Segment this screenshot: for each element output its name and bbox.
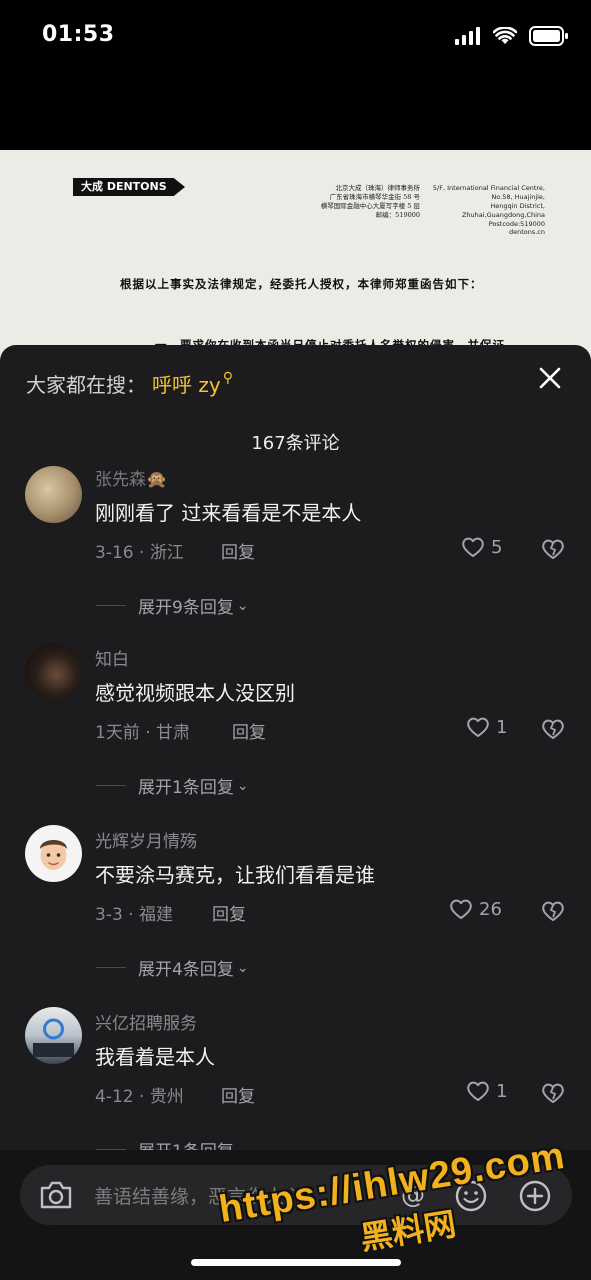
heart-icon bbox=[467, 717, 489, 737]
comment-text[interactable]: 感觉视频跟本人没区别 bbox=[95, 677, 295, 706]
heart-icon bbox=[462, 537, 484, 557]
heart-icon bbox=[450, 899, 472, 919]
chevron-down-icon: ⌄ bbox=[236, 959, 249, 976]
document-en-address: 5/F, International Financial Centre, No.… bbox=[432, 184, 545, 228]
signal-icon bbox=[455, 27, 480, 45]
like-button[interactable]: 5 bbox=[461, 536, 502, 558]
battery-icon bbox=[529, 26, 568, 46]
dentons-logo: 大成 DENTONS bbox=[73, 178, 185, 196]
document-text-line: 根据以上事实及法律规定，经委托人授权，本律师郑重函告如下： bbox=[120, 277, 483, 291]
comment-username[interactable]: 光辉岁月情殇 bbox=[95, 827, 197, 852]
dislike-icon[interactable] bbox=[541, 537, 565, 561]
comment-meta: 1天前 · 甘肃 bbox=[95, 723, 191, 743]
like-button[interactable]: 26 bbox=[449, 898, 502, 920]
reply-button[interactable]: 回复 bbox=[221, 1082, 255, 1107]
avatar[interactable] bbox=[25, 825, 82, 882]
comment-username[interactable]: 兴亿招聘服务 bbox=[95, 1009, 197, 1034]
wifi-icon bbox=[493, 27, 517, 44]
comment-text[interactable]: 不要涂马赛克，让我们看看是谁 bbox=[95, 859, 375, 888]
reply-button[interactable]: 回复 bbox=[232, 718, 266, 743]
status-icons bbox=[455, 26, 569, 46]
avatar[interactable] bbox=[25, 466, 82, 523]
home-indicator[interactable] bbox=[191, 1259, 401, 1266]
status-time: 01:53 bbox=[42, 22, 115, 47]
close-icon[interactable] bbox=[535, 363, 565, 393]
trending-search-term[interactable]: 呼呼 zy bbox=[152, 369, 221, 398]
avatar[interactable] bbox=[25, 643, 82, 700]
comment-text[interactable]: 刚刚看了 过来看看是不是本人 bbox=[95, 497, 361, 526]
document-cn-address: 北京大成（珠海）律师事务所 广东省珠海市横琴华金街 58 号 横琴国际金融中心大… bbox=[320, 184, 420, 219]
search-icon: ⚲ bbox=[222, 369, 233, 386]
chevron-down-icon: ⌄ bbox=[236, 777, 249, 794]
comment-username[interactable]: 张先森🙊 bbox=[95, 465, 167, 490]
comments-count: 167条评论 bbox=[251, 433, 340, 454]
document-website: dentons.cn bbox=[508, 228, 545, 236]
chevron-down-icon: ⌄ bbox=[236, 597, 249, 614]
avatar[interactable] bbox=[25, 1007, 82, 1064]
document-photo: 大成 DENTONS 北京大成（珠海）律师事务所 广东省珠海市横琴华金街 58 … bbox=[0, 150, 591, 360]
comment-meta: 3-3 · 福建 bbox=[95, 905, 173, 925]
like-count: 1 bbox=[496, 716, 508, 738]
trending-search[interactable]: 大家都在搜： 呼呼 zy ⚲ bbox=[26, 369, 233, 398]
dislike-icon[interactable] bbox=[541, 899, 565, 923]
comment-meta: 3-16 · 浙江 bbox=[95, 543, 184, 563]
comment-username[interactable]: 知白 bbox=[95, 645, 129, 670]
reply-button[interactable]: 回复 bbox=[212, 900, 246, 925]
like-count: 1 bbox=[496, 1080, 508, 1102]
expand-replies[interactable]: 展开9条回复 ⌄ bbox=[96, 593, 249, 618]
like-button[interactable]: 1 bbox=[466, 716, 507, 738]
like-count: 26 bbox=[479, 898, 502, 920]
memoji-avatar-icon bbox=[40, 840, 67, 870]
camera-icon[interactable] bbox=[38, 1179, 74, 1211]
dislike-icon[interactable] bbox=[541, 717, 565, 741]
expand-replies[interactable]: 展开1条回复 ⌄ bbox=[96, 773, 249, 798]
like-button[interactable]: 1 bbox=[466, 1080, 507, 1102]
trending-search-label: 大家都在搜： bbox=[26, 373, 146, 397]
expand-replies[interactable]: 展开4条回复 ⌄ bbox=[96, 955, 249, 980]
like-count: 5 bbox=[491, 536, 503, 558]
company-logo-icon bbox=[33, 1018, 74, 1057]
comment-text[interactable]: 我看着是本人 bbox=[95, 1041, 215, 1070]
reply-button[interactable]: 回复 bbox=[221, 538, 255, 563]
heart-icon bbox=[467, 1081, 489, 1101]
status-bar: 01:53 bbox=[0, 0, 591, 72]
comment-meta: 4-12 · 贵州 bbox=[95, 1087, 184, 1107]
